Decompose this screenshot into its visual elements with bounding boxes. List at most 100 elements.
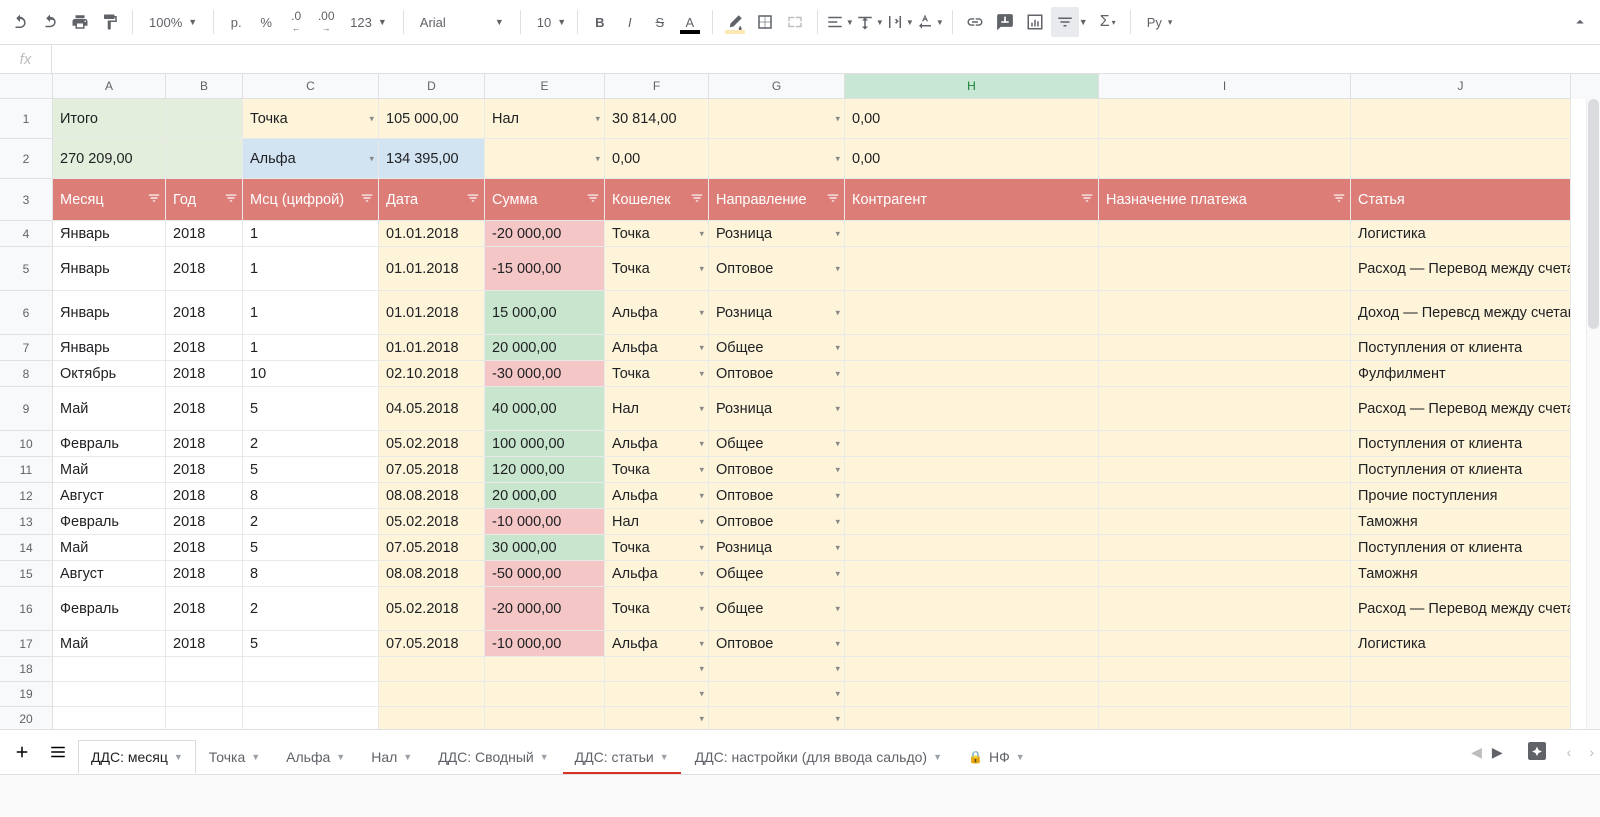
sheet-tab[interactable]: Точка▼ [196, 740, 273, 774]
cell[interactable]: -20 000,00 [485, 587, 605, 631]
print-button[interactable] [66, 7, 94, 37]
cell[interactable]: Февраль [53, 587, 166, 631]
cell[interactable]: ▾ [709, 707, 845, 729]
cell[interactable]: Итого [53, 99, 166, 139]
cell[interactable] [166, 657, 243, 682]
caret-down-icon[interactable]: ▼ [251, 752, 260, 762]
column-header-D[interactable]: D [379, 74, 485, 99]
text-color-button[interactable]: A [676, 7, 704, 37]
cell[interactable] [379, 707, 485, 729]
cell[interactable]: Май [53, 631, 166, 657]
cell[interactable] [1099, 221, 1351, 247]
cell[interactable]: Точка▾ [605, 587, 709, 631]
cell[interactable]: Август [53, 483, 166, 509]
cell[interactable]: 2018 [166, 431, 243, 457]
cell[interactable]: Май [53, 387, 166, 431]
cell[interactable] [243, 682, 379, 707]
cell[interactable]: -50 000,00 [485, 561, 605, 587]
cell[interactable] [1099, 535, 1351, 561]
cell[interactable]: Точка▾ [243, 99, 379, 139]
cell[interactable] [379, 682, 485, 707]
row-header-12[interactable]: 12 [0, 483, 53, 509]
cell[interactable]: 40 000,00 [485, 387, 605, 431]
cell[interactable]: Точка▾ [605, 221, 709, 247]
cell[interactable]: Кошелек [605, 179, 709, 221]
cell[interactable]: 01.01.2018 [379, 335, 485, 361]
row-header-10[interactable]: 10 [0, 431, 53, 457]
cell[interactable]: 2018 [166, 291, 243, 335]
cell[interactable]: Оптовое▾ [709, 631, 845, 657]
undo-button[interactable] [6, 7, 34, 37]
cell[interactable]: ▾ [709, 657, 845, 682]
dropdown-caret-icon[interactable]: ▾ [699, 638, 704, 649]
cell[interactable]: Поступления от клиента [1351, 535, 1571, 561]
dropdown-caret-icon[interactable]: ▾ [835, 516, 840, 527]
cell[interactable]: 2018 [166, 535, 243, 561]
cell[interactable]: 2 [243, 509, 379, 535]
percent-format-button[interactable]: % [252, 7, 280, 37]
column-header-B[interactable]: B [166, 74, 243, 99]
cell[interactable]: Розница▾ [709, 291, 845, 335]
cell[interactable] [379, 657, 485, 682]
paint-format-button[interactable] [96, 7, 124, 37]
dropdown-caret-icon[interactable]: ▾ [835, 714, 840, 725]
cell[interactable]: 01.01.2018 [379, 221, 485, 247]
cell[interactable]: Дата [379, 179, 485, 221]
cell[interactable] [845, 387, 1099, 431]
caret-down-icon[interactable]: ▼ [660, 752, 669, 762]
cell[interactable]: ▾ [709, 682, 845, 707]
cell[interactable]: Оптовое▾ [709, 457, 845, 483]
dropdown-caret-icon[interactable]: ▾ [835, 368, 840, 379]
dropdown-caret-icon[interactable]: ▾ [595, 153, 600, 164]
cell[interactable]: Точка▾ [605, 535, 709, 561]
column-header-C[interactable]: C [243, 74, 379, 99]
filter-icon[interactable] [147, 191, 161, 209]
cell[interactable]: 2 [243, 587, 379, 631]
cell[interactable]: ▾ [709, 99, 845, 139]
filter-icon[interactable] [1332, 191, 1346, 209]
cell[interactable]: Общее▾ [709, 431, 845, 457]
cell[interactable]: Статья [1351, 179, 1571, 221]
cell[interactable]: 08.08.2018 [379, 561, 485, 587]
cell[interactable] [845, 221, 1099, 247]
cell[interactable]: Контрагент [845, 179, 1099, 221]
vertical-scrollbar[interactable] [1586, 99, 1600, 729]
cell[interactable]: 1 [243, 335, 379, 361]
fill-color-button[interactable] [721, 7, 749, 37]
cell[interactable]: 05.02.2018 [379, 431, 485, 457]
filter-button[interactable] [1051, 7, 1079, 37]
column-header-H[interactable]: H [845, 74, 1099, 99]
insert-comment-button[interactable] [991, 7, 1019, 37]
filter-icon[interactable] [826, 191, 840, 209]
cell[interactable]: Общее▾ [709, 335, 845, 361]
column-header-A[interactable]: A [53, 74, 166, 99]
bold-button[interactable]: B [586, 7, 614, 37]
cell[interactable]: 2018 [166, 509, 243, 535]
cell[interactable]: 05.02.2018 [379, 509, 485, 535]
caret-down-icon[interactable]: ▼ [933, 752, 942, 762]
dropdown-caret-icon[interactable]: ▾ [835, 403, 840, 414]
cell[interactable]: ▾ [605, 657, 709, 682]
dropdown-caret-icon[interactable]: ▾ [699, 516, 704, 527]
dropdown-caret-icon[interactable]: ▾ [835, 307, 840, 318]
sheet-tab[interactable]: ДДС: Сводный▼ [425, 740, 561, 774]
cell[interactable]: 5 [243, 457, 379, 483]
sheet-tab[interactable]: Альфа▼ [273, 740, 358, 774]
dropdown-caret-icon[interactable]: ▾ [369, 113, 374, 124]
cell[interactable]: ▾ [605, 682, 709, 707]
cell[interactable] [845, 431, 1099, 457]
cell[interactable]: Альфа▾ [605, 483, 709, 509]
dropdown-caret-icon[interactable]: ▾ [835, 638, 840, 649]
cell[interactable]: 02.10.2018 [379, 361, 485, 387]
dropdown-caret-icon[interactable]: ▾ [835, 603, 840, 614]
cell[interactable] [1099, 631, 1351, 657]
cell[interactable]: Февраль [53, 431, 166, 457]
dropdown-caret-icon[interactable]: ▾ [699, 403, 704, 414]
cell[interactable]: -10 000,00 [485, 631, 605, 657]
cell[interactable]: Май [53, 457, 166, 483]
row-header-8[interactable]: 8 [0, 361, 53, 387]
row-header-20[interactable]: 20 [0, 707, 53, 729]
cell[interactable]: Мсц (цифрой) [243, 179, 379, 221]
cell[interactable]: 07.05.2018 [379, 457, 485, 483]
cell[interactable]: Альфа▾ [243, 139, 379, 179]
